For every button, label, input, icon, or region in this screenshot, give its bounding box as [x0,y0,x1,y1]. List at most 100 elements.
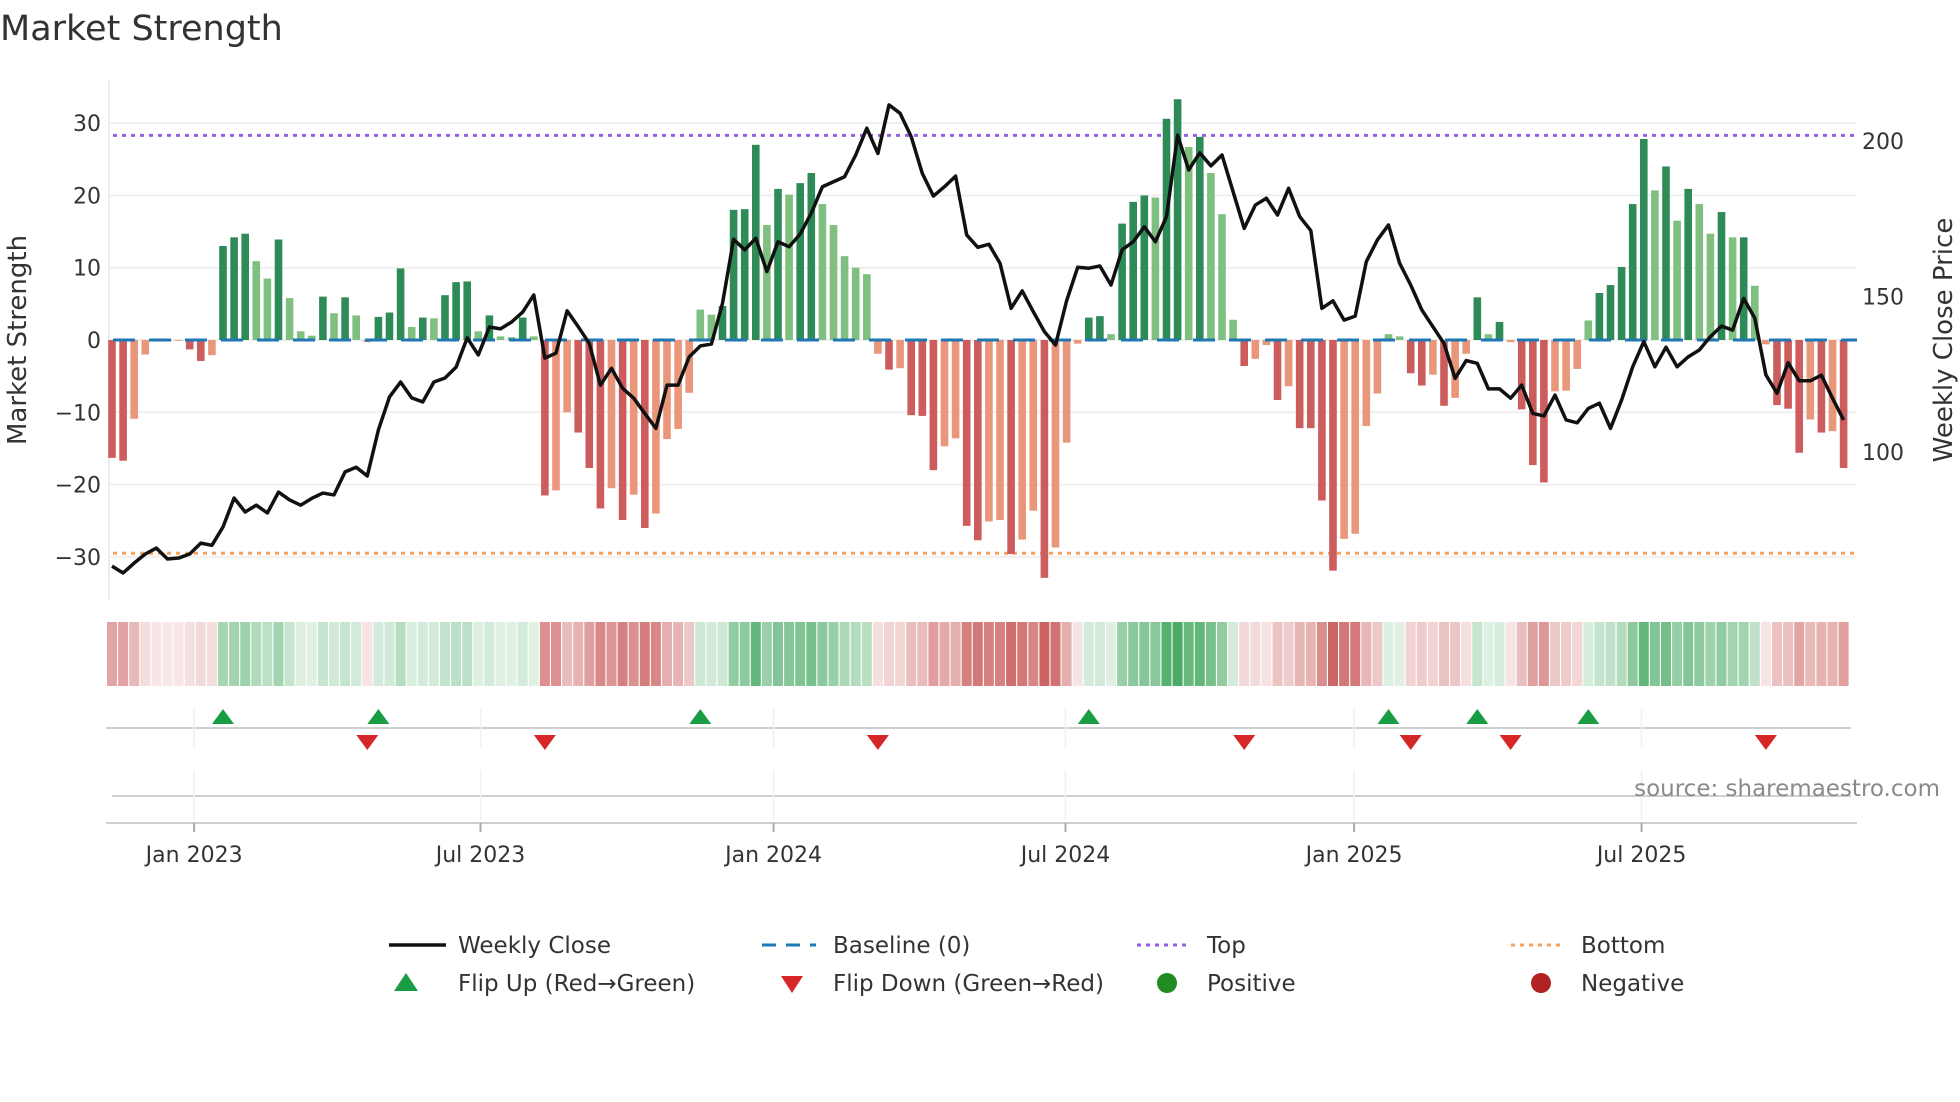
heat-cell [118,622,129,686]
heat-cell [1672,622,1683,686]
strength-bars [108,99,1857,578]
heat-cell [262,622,273,686]
y-tick-label: 20 [73,184,101,209]
y-tick-label: −20 [55,474,101,499]
flip-up-marker [212,709,234,724]
heat-cell [306,622,317,686]
heat-cell [1516,622,1527,686]
heat-cell [1538,622,1549,686]
heat-cell [795,622,806,686]
heat-cell [1083,622,1094,686]
strength-bar [1506,340,1515,343]
strength-bar [1007,340,1015,555]
strength-bar [1085,317,1093,340]
strength-bar [1717,212,1726,340]
strength-bar [1429,340,1437,375]
heat-cell [1805,622,1816,686]
circle-positive-icon [1157,973,1177,993]
heat-cell [1550,622,1560,686]
strength-bar [696,309,705,340]
heat-cell [773,622,783,686]
heat-cell [1283,622,1294,686]
strength-bar [962,340,971,526]
strength-bar [774,188,782,340]
heat-cell [1472,622,1483,686]
heat-cell [695,622,706,686]
strength-bar [918,340,927,416]
strength-bar [840,256,849,340]
heat-cell [1350,622,1361,686]
legend-negative: Negative [1581,971,1684,997]
strength-bar [1040,340,1049,578]
heat-cell [1694,622,1705,686]
strength-bar [285,298,294,340]
heat-cell [1117,622,1128,686]
heat-cell [606,622,617,686]
strength-bar [1307,340,1315,429]
flip-up-marker [1077,709,1100,724]
strength-bar [785,194,793,340]
triangle-up-icon [394,973,418,991]
strength-bar [1051,340,1060,548]
heat-cell [1716,622,1727,686]
heat-cell [1228,622,1239,686]
heat-cell [983,622,994,686]
strength-bar [1706,233,1715,340]
heat-cell [728,622,739,686]
flip-up-marker [1577,709,1600,724]
heat-cell [1017,622,1028,686]
heat-cell [1205,622,1216,686]
heat-cell [1172,622,1183,686]
strength-bar [352,315,360,340]
heat-cell [1783,622,1794,686]
heat-cell [1705,622,1716,686]
strength-bar [208,340,216,356]
strength-heat-strip [107,622,1849,686]
heat-cell [861,622,872,686]
heat-cell [1150,622,1161,686]
legend-positive: Positive [1207,971,1296,997]
heat-cell [1383,622,1394,686]
heat-cell [684,622,695,686]
strength-bar [1207,172,1215,340]
strength-bar [1162,118,1171,341]
strength-bar [596,340,605,509]
strength-bar [1140,195,1149,340]
strength-bar [463,281,471,340]
strength-bar [1662,166,1670,340]
y-tick-label: 0 [87,329,101,354]
y2-tick-label: 200 [1862,130,1904,155]
heat-cell [717,622,728,686]
heat-cell [329,622,339,686]
heat-cell [340,622,351,686]
heat-cell [317,622,328,686]
strength-bar [385,312,394,340]
heat-cell [251,622,262,686]
strength-bar [1595,293,1604,340]
heat-cell [595,622,606,686]
strength-bar [396,268,405,340]
heat-cell [273,622,284,686]
heat-cell [406,622,417,686]
reference-lines [113,133,1857,555]
heat-cell [1294,622,1305,686]
strength-bar [629,340,638,495]
strength-bar [419,317,427,340]
strength-bar [1018,340,1026,540]
strength-bar [1251,340,1260,359]
heat-cell [1339,622,1350,686]
strength-bar [1184,146,1193,340]
heat-cell [1006,622,1017,686]
y-tick-label: 30 [73,112,101,137]
heat-cell [1527,622,1538,686]
strength-bar [1240,340,1248,367]
strength-bar [541,340,549,496]
heat-cell [206,622,217,686]
heat-cell [761,622,772,686]
heat-cell [1194,622,1205,686]
heat-cell [1561,622,1572,686]
strength-bar [1329,340,1337,571]
strength-bar [796,183,804,340]
strength-bar [641,340,649,528]
strength-bar [530,336,538,340]
